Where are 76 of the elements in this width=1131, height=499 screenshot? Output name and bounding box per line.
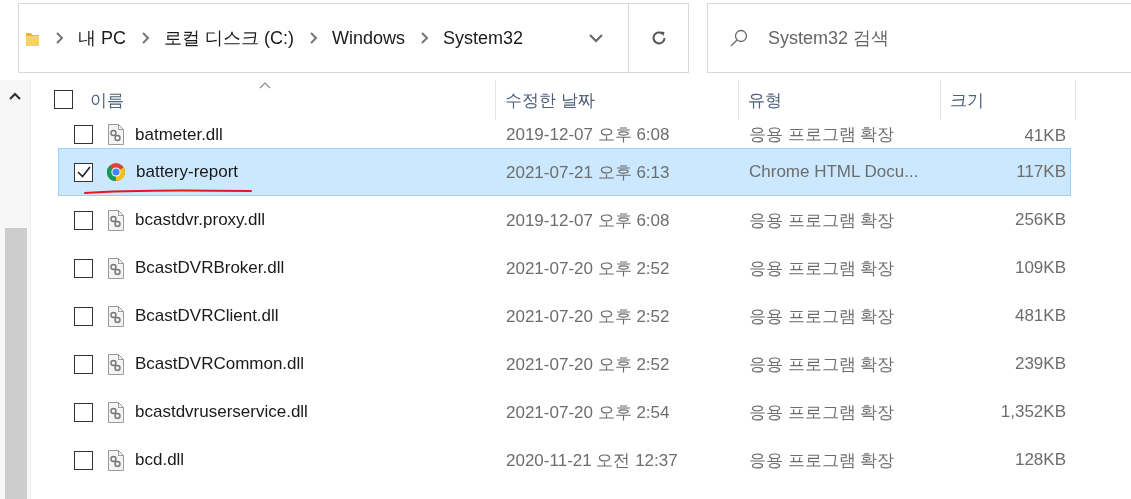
gear-file-icon — [107, 448, 125, 472]
file-name: bcastdvruserservice.dll — [135, 402, 308, 422]
sort-caret-icon — [259, 82, 271, 89]
file-size: 117KB — [1015, 162, 1067, 182]
chevron-right-icon — [419, 31, 431, 45]
file-size: 41KB — [1023, 126, 1067, 146]
address-bar[interactable]: 내 PC 로컬 디스크 (C:) Windows System32 — [18, 3, 629, 73]
vertical-scrollbar[interactable] — [0, 80, 31, 499]
checkbox[interactable] — [54, 90, 73, 109]
file-size: 239KB — [1013, 354, 1067, 374]
file-row[interactable]: batmeter.dll 2019-12-07 오후 6:08 응용 프로그램 확장 41KB — [58, 120, 1071, 148]
file-type: 응용 프로그램 확장 — [748, 209, 896, 232]
file-size: 109KB — [1013, 258, 1067, 278]
file-name: bcd.dll — [135, 450, 185, 470]
file-name: batmeter.dll — [135, 124, 223, 145]
breadcrumb-item[interactable]: 내 PC — [78, 26, 126, 50]
file-row[interactable]: bcastdvr.proxy.dll 2019-12-07 오후 6:08 응용 프로그램 확장 256KB — [58, 196, 1071, 244]
file-row[interactable]: bcastdvruserservice.dll 2021-07-20 오후 2:54 응용 프로그램 확장 1,352KB — [58, 388, 1071, 436]
scrollbar-thumb[interactable] — [5, 228, 27, 499]
gear-file-icon — [107, 256, 125, 280]
file-row[interactable]: battery-report 2021-07-21 오후 6:13 Chrome HTML Docu... 117KB — [58, 148, 1071, 196]
file-row[interactable]: bcd.dll 2020-11-21 오전 12:37 응용 프로그램 확장 128KB — [58, 436, 1071, 484]
checkbox[interactable] — [74, 306, 93, 326]
breadcrumb-item[interactable]: 로컬 디스크 (C:) — [164, 26, 294, 50]
file-size: 128KB — [1013, 450, 1067, 470]
file-type: Chrome HTML Docu... — [748, 162, 920, 182]
gear-file-icon — [107, 304, 125, 328]
checkbox[interactable] — [74, 125, 93, 144]
gear-file-icon — [107, 352, 125, 376]
file-date: 2021-07-20 오후 2:52 — [505, 257, 671, 280]
file-date: 2019-12-07 오후 6:08 — [505, 124, 671, 146]
checkbox[interactable] — [74, 162, 93, 182]
scroll-up-icon[interactable] — [8, 91, 22, 101]
file-date: 2021-07-20 오후 2:52 — [505, 305, 671, 328]
file-name: bcastdvr.proxy.dll — [135, 210, 266, 230]
file-row[interactable]: BcastDVRCommon.dll 2021-07-20 오후 2:52 응용 프로그램 확장 239KB — [58, 340, 1071, 388]
gear-file-icon — [107, 208, 125, 232]
column-header[interactable]: 유형 — [739, 80, 941, 120]
file-date: 2021-07-20 오후 2:52 — [505, 353, 671, 376]
file-size: 1,352KB — [999, 402, 1067, 422]
file-name: BcastDVRBroker.dll — [135, 258, 285, 278]
file-type: 응용 프로그램 확장 — [748, 401, 896, 424]
file-date: 2019-12-07 오후 6:08 — [505, 209, 671, 232]
file-name: BcastDVRClient.dll — [135, 306, 279, 326]
file-name: battery-report — [136, 162, 239, 182]
breadcrumb-item[interactable]: Windows — [332, 27, 406, 49]
file-row[interactable]: BcastDVRClient.dll 2021-07-20 오후 2:52 응용 프로그램 확장 481KB — [58, 292, 1071, 340]
column-header[interactable]: 이름 — [33, 80, 496, 120]
column-header[interactable]: 크기 — [941, 80, 1076, 120]
chevron-right-icon — [54, 31, 65, 45]
file-date: 2021-07-20 오후 2:54 — [505, 401, 671, 424]
file-type: 응용 프로그램 확장 — [748, 305, 896, 328]
checkbox[interactable] — [74, 354, 93, 374]
file-type: 응용 프로그램 확장 — [748, 257, 896, 280]
checkbox[interactable] — [74, 210, 93, 230]
chrome-icon — [106, 162, 126, 182]
file-type: 응용 프로그램 확장 — [748, 353, 896, 376]
file-date: 2021-07-21 오후 6:13 — [505, 161, 671, 184]
checkbox[interactable] — [74, 258, 93, 278]
column-header[interactable]: 수정한 날짜 — [496, 80, 739, 120]
file-row[interactable]: BcastDVRBroker.dll 2021-07-20 오후 2:52 응용 프로그램 확장 109KB — [58, 244, 1071, 292]
checkbox[interactable] — [74, 402, 93, 422]
file-name: BcastDVRCommon.dll — [135, 354, 305, 374]
gear-file-icon — [107, 400, 125, 424]
chevron-right-icon — [140, 31, 151, 45]
file-type: 응용 프로그램 확장 — [748, 124, 896, 146]
file-size: 256KB — [1013, 210, 1067, 230]
gear-file-icon — [107, 123, 125, 146]
file-date: 2020-11-21 오전 12:37 — [505, 449, 679, 472]
chevron-right-icon — [308, 31, 319, 45]
breadcrumb-item[interactable]: System32 — [443, 27, 524, 49]
file-type: 응용 프로그램 확장 — [748, 449, 896, 472]
checkbox[interactable] — [74, 450, 93, 470]
search-field[interactable]: System32 검색 — [707, 3, 1131, 73]
dropdown-icon[interactable] — [588, 32, 604, 44]
file-size: 481KB — [1013, 306, 1067, 326]
